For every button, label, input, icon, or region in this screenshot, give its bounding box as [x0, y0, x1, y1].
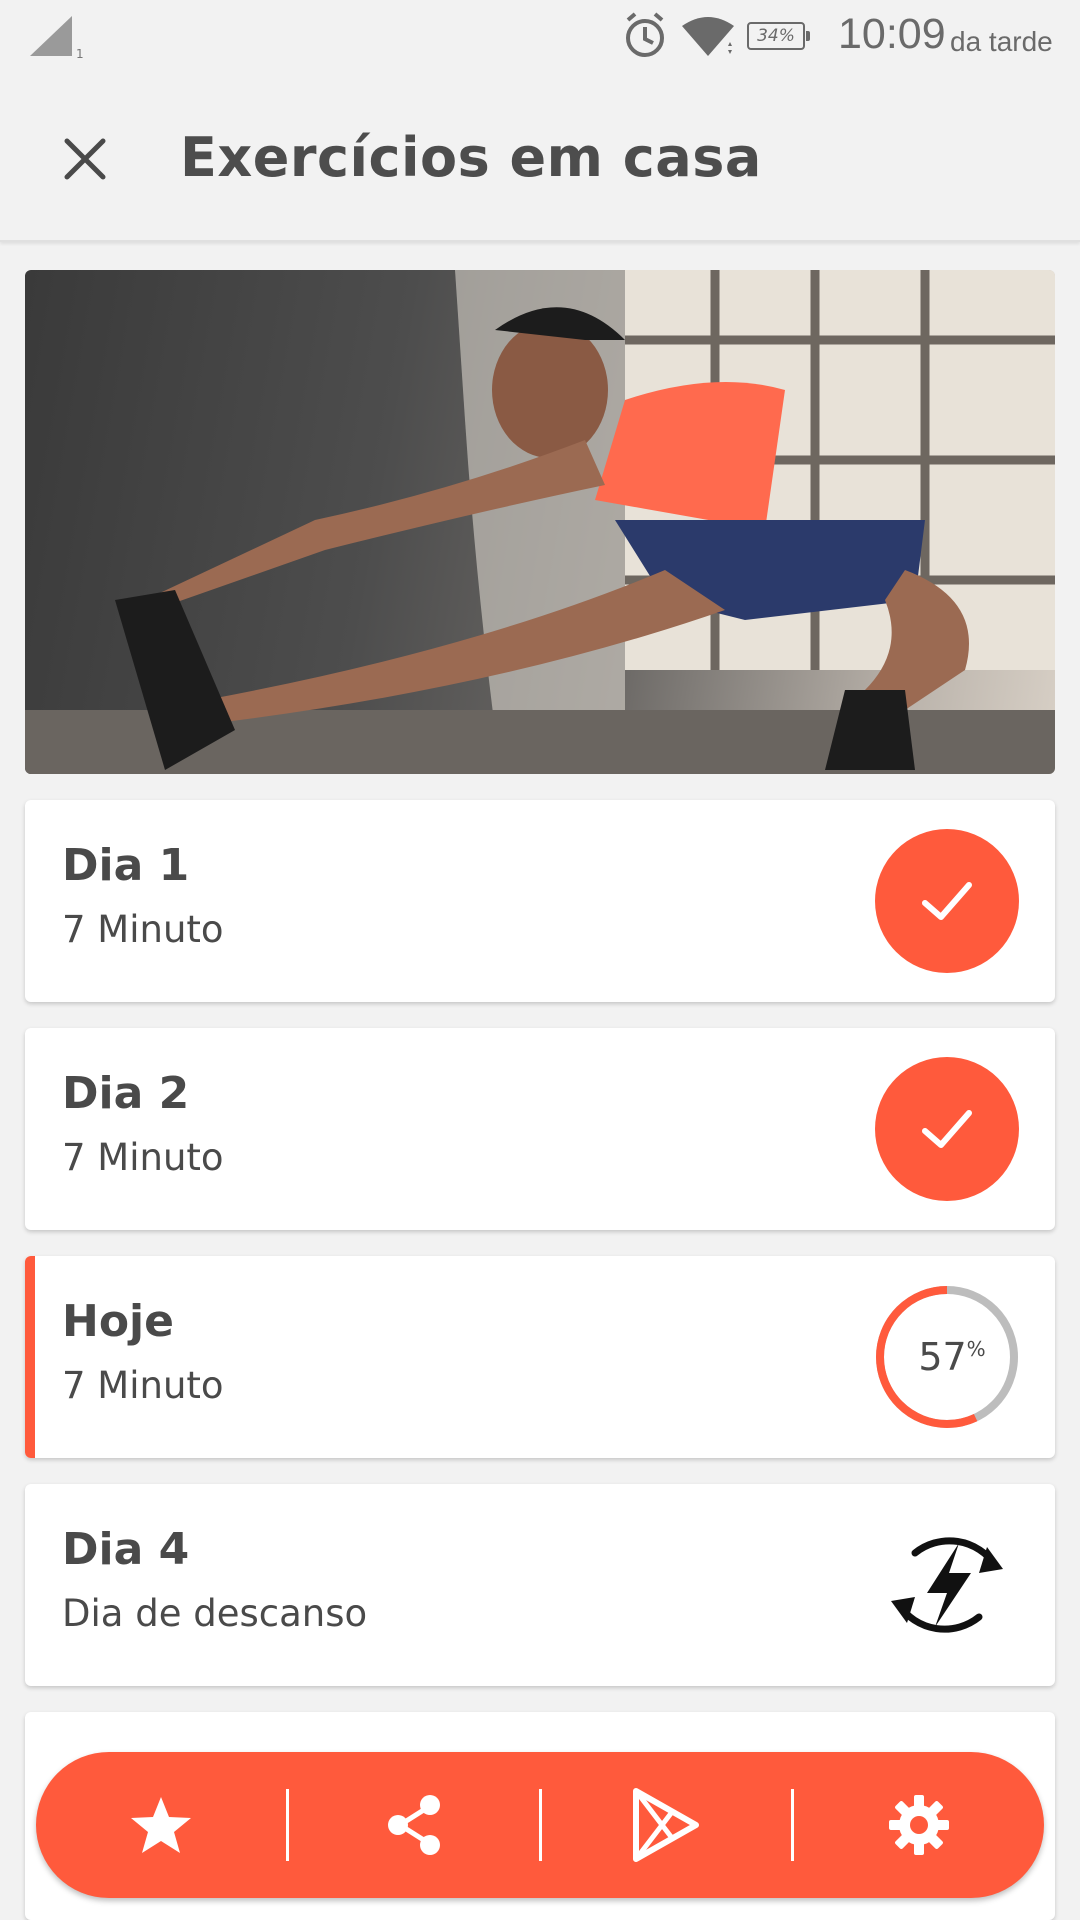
- day-title: Dia 1: [62, 840, 190, 891]
- svg-text:1: 1: [76, 47, 84, 61]
- signal-icon: 1: [30, 16, 84, 61]
- status-bar: 1 34% 10:09 da tarde: [0, 0, 1080, 80]
- close-icon: [64, 138, 106, 180]
- star-icon: [130, 1797, 191, 1853]
- rate-app-button[interactable]: [542, 1752, 792, 1898]
- completed-check-icon: [875, 1057, 1019, 1201]
- share-button[interactable]: [289, 1752, 539, 1898]
- close-button[interactable]: [50, 124, 120, 194]
- settings-button[interactable]: [794, 1752, 1044, 1898]
- share-icon: [387, 1795, 440, 1855]
- progress-value: 57: [918, 1335, 967, 1379]
- woman-stretching-photo: [25, 270, 1055, 774]
- play-store-icon: [633, 1788, 700, 1862]
- day-duration: 7 Minuto: [62, 908, 224, 951]
- progress-label: 57%: [875, 1285, 1019, 1429]
- day-card-4[interactable]: Dia 4 Dia de descanso: [25, 1484, 1055, 1686]
- gear-icon: [889, 1795, 950, 1855]
- day-card-2[interactable]: Dia 2 7 Minuto: [25, 1028, 1055, 1230]
- day-card-today[interactable]: Hoje 7 Minuto 57%: [25, 1256, 1055, 1458]
- favorite-button[interactable]: [36, 1752, 286, 1898]
- progress-unit: %: [966, 1337, 986, 1361]
- day-duration: Dia de descanso: [62, 1592, 368, 1635]
- day-card-1[interactable]: Dia 1 7 Minuto: [25, 800, 1055, 1002]
- day-duration: 7 Minuto: [62, 1364, 224, 1407]
- wifi-icon: [682, 17, 734, 56]
- alarm-icon: [626, 12, 664, 57]
- clock-time: 10:09: [838, 10, 946, 58]
- progress-ring: 57%: [875, 1285, 1019, 1429]
- battery-indicator: 34%: [747, 22, 810, 50]
- day-title: Dia 2: [62, 1068, 190, 1119]
- completed-check-icon: [875, 829, 1019, 973]
- clock-period: da tarde: [950, 26, 1053, 57]
- day-title: Hoje: [62, 1296, 174, 1347]
- bottom-action-bar: [36, 1752, 1044, 1898]
- day-title: Dia 4: [62, 1524, 190, 1575]
- day-duration: 7 Minuto: [62, 1136, 224, 1179]
- page-title: Exercícios em casa: [180, 126, 762, 189]
- hero-image: [25, 270, 1055, 774]
- app-bar: Exercícios em casa: [0, 80, 1080, 242]
- rest-day-icon: [875, 1513, 1019, 1657]
